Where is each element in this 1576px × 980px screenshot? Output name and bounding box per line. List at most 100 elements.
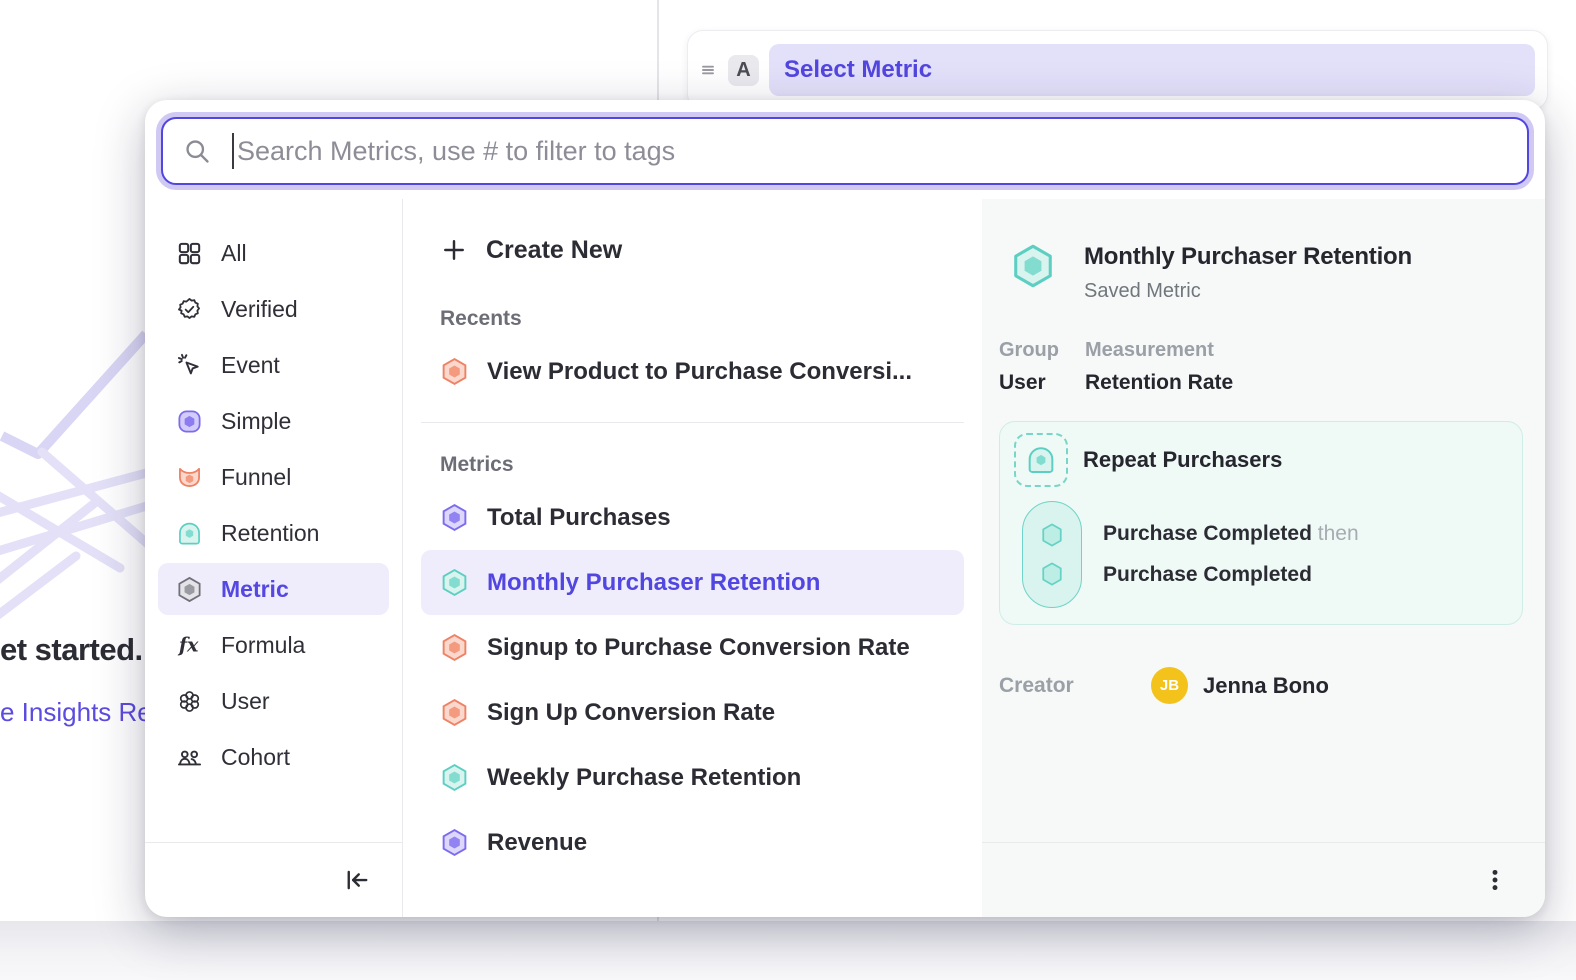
metric-item-label: Monthly Purchaser Retention <box>487 569 820 597</box>
more-options-icon[interactable] <box>1481 866 1509 894</box>
search-icon <box>183 137 211 165</box>
definition-step-2: Purchase Completed <box>1103 563 1359 587</box>
group-value: User <box>999 371 1059 395</box>
category-list: All Verified Event Simple FunnelRetention Met… <box>145 199 402 842</box>
detail-meta: Group User Measurement Retention Rate <box>999 339 1545 395</box>
hexagon-orange-icon <box>440 357 469 386</box>
collapse-sidebar-icon[interactable] <box>340 865 370 895</box>
sidebar-item-label: User <box>221 688 270 715</box>
sidebar-item-retention[interactable]: Retention <box>158 507 389 559</box>
sidebar-item-label: Verified <box>221 296 298 323</box>
background-insights-link-fragment[interactable]: e Insights Re <box>0 697 152 728</box>
detail-subtitle: Saved Metric <box>1084 280 1412 303</box>
sidebar-item-label: All <box>221 240 247 267</box>
funnel-icon <box>176 464 203 491</box>
verified-icon <box>176 296 203 323</box>
hexagon-orange-icon <box>440 698 469 727</box>
metric-item-revenue[interactable]: Revenue <box>421 810 964 875</box>
sidebar-item-user[interactable]: User <box>158 675 389 727</box>
search-box <box>161 117 1529 185</box>
creator-row: Creator JB Jenna Bono <box>999 667 1545 704</box>
metric-item-label: Revenue <box>487 829 587 857</box>
user-icon <box>176 688 203 715</box>
metric-item-label: View Product to Purchase Conversi... <box>487 358 912 386</box>
category-sidebar: All Verified Event Simple FunnelRetention Met… <box>145 199 403 917</box>
creator-label: Creator <box>999 674 1151 698</box>
metric-item-label: Total Purchases <box>487 504 671 532</box>
select-metric-label: Select Metric <box>784 56 932 84</box>
sidebar-item-formula[interactable]: fx Formula <box>158 619 389 671</box>
drag-handle-icon[interactable] <box>696 58 720 82</box>
metric-item-sign-up-conversion-rate[interactable]: Sign Up Conversion Rate <box>421 680 964 745</box>
definition-name: Repeat Purchasers <box>1083 447 1282 473</box>
creator-avatar: JB <box>1151 667 1188 704</box>
metrics-items: Total Purchases Monthly Purchaser Retenti… <box>403 485 982 875</box>
sidebar-item-verified[interactable]: Verified <box>158 283 389 335</box>
definition-step-1: Purchase Completed then <box>1103 522 1359 546</box>
sidebar-item-funnel[interactable]: Funnel <box>158 451 389 503</box>
hexagon-orange-icon <box>440 633 469 662</box>
metric-item-weekly-purchase-retention[interactable]: Weekly Purchase Retention <box>421 745 964 810</box>
measurement-value: Retention Rate <box>1085 371 1233 395</box>
metric-item-total-purchases[interactable]: Total Purchases <box>421 485 964 550</box>
hexagon-teal-icon <box>440 763 469 792</box>
sidebar-item-event[interactable]: Event <box>158 339 389 391</box>
list-divider <box>421 422 964 423</box>
metric-query-row: A Select Metric <box>687 30 1548 110</box>
group-label: Group <box>999 339 1059 362</box>
text-caret <box>232 133 234 169</box>
retention-arch-icon <box>1014 433 1068 487</box>
sidebar-item-label: Simple <box>221 408 291 435</box>
create-new-button[interactable]: Create New <box>403 223 982 277</box>
background-heading-fragment: et started. <box>0 632 143 668</box>
grid-icon <box>176 240 203 267</box>
formula-icon: fx <box>176 632 203 659</box>
creator-name: Jenna Bono <box>1203 673 1329 699</box>
svg-text:fx: fx <box>177 633 199 656</box>
metric-item-view-product-to-purchase-conversi[interactable]: View Product to Purchase Conversi... <box>421 339 964 404</box>
metrics-list-column: Create New Recents View Product to Purch… <box>403 199 982 917</box>
sidebar-item-all[interactable]: All <box>158 227 389 279</box>
plus-icon <box>440 236 468 264</box>
metric-item-label: Sign Up Conversion Rate <box>487 699 775 727</box>
sidebar-footer <box>145 842 402 917</box>
sidebar-item-metric[interactable]: Metric <box>158 563 389 615</box>
metric-selector-modal: All Verified Event Simple FunnelRetention Met… <box>145 100 1545 917</box>
sidebar-item-label: Cohort <box>221 744 290 771</box>
definition-card: Repeat Purchasers Purchase Completed the… <box>999 421 1523 625</box>
metric-item-label: Weekly Purchase Retention <box>487 764 801 792</box>
event-sequence-capsule <box>1022 501 1082 608</box>
metric-item-label: Signup to Purchase Conversion Rate <box>487 634 910 662</box>
sidebar-item-cohort[interactable]: Cohort <box>158 731 389 783</box>
definition-steps: Purchase Completed then Purchase Complet… <box>1103 501 1359 608</box>
definition-header: Repeat Purchasers <box>1014 433 1508 487</box>
search-input[interactable] <box>237 136 1507 167</box>
hexagon-purple-icon <box>440 503 469 532</box>
sidebar-item-label: Formula <box>221 632 305 659</box>
metrics-section-label: Metrics <box>440 453 982 477</box>
hexagon-purple-icon <box>440 828 469 857</box>
metric-item-signup-to-purchase-conversion-rate[interactable]: Signup to Purchase Conversion Rate <box>421 615 964 680</box>
select-metric-button[interactable]: Select Metric <box>769 44 1535 96</box>
retention-icon <box>176 520 203 547</box>
sidebar-item-label: Metric <box>221 576 289 603</box>
create-new-label: Create New <box>486 236 622 265</box>
sidebar-item-label: Event <box>221 352 280 379</box>
modal-body: All Verified Event Simple FunnelRetention Met… <box>145 199 1545 917</box>
detail-footer <box>982 842 1545 917</box>
metric-item-monthly-purchaser-retention[interactable]: Monthly Purchaser Retention <box>421 550 964 615</box>
recents-section-label: Recents <box>440 307 982 331</box>
background-chart-sketch <box>0 330 152 670</box>
background-footer-strip <box>0 921 1576 980</box>
group-meta: Group User <box>999 339 1059 395</box>
measurement-meta: Measurement Retention Rate <box>1085 339 1233 395</box>
sidebar-item-simple[interactable]: Simple <box>158 395 389 447</box>
event-icon <box>176 352 203 379</box>
measurement-label: Measurement <box>1085 339 1233 362</box>
definition-body: Purchase Completed then Purchase Complet… <box>1014 501 1508 608</box>
then-connector: then <box>1318 522 1359 545</box>
query-letter-badge: A <box>728 55 759 86</box>
hexagon-teal-icon <box>440 568 469 597</box>
detail-body: Monthly Purchaser Retention Saved Metric… <box>982 199 1545 842</box>
detail-header: Monthly Purchaser Retention Saved Metric <box>982 199 1545 303</box>
